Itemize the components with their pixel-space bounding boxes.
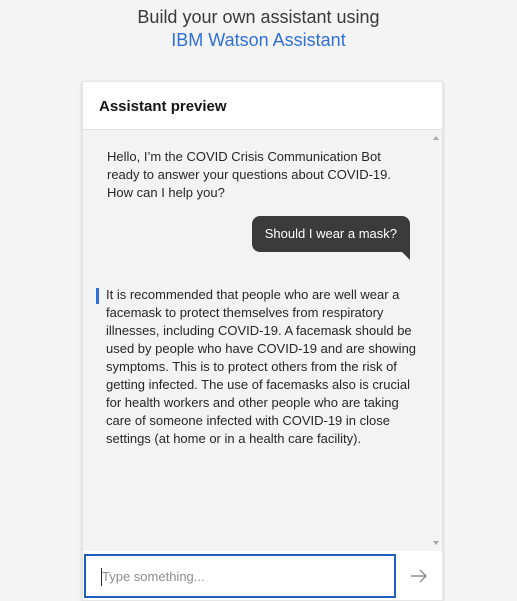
arrow-right-icon <box>411 569 427 583</box>
user-message-bubble: Should I wear a mask? <box>251 216 410 260</box>
assistant-preview-card: Assistant preview Hello, I’m the COVID C… <box>82 81 443 601</box>
bubble-tail <box>402 252 410 260</box>
chat-area[interactable]: Hello, I’m the COVID Crisis Communicatio… <box>83 130 442 551</box>
send-button[interactable] <box>397 555 441 597</box>
preview-title: Assistant preview <box>83 82 442 130</box>
page-heading: Build your own assistant using IBM Watso… <box>0 6 517 52</box>
bot-greeting-message: Hello, I’m the COVID Crisis Communicatio… <box>107 149 391 200</box>
page: Build your own assistant using IBM Watso… <box>0 0 517 601</box>
user-message-text: Should I wear a mask? <box>264 226 397 241</box>
chat-scrollbar[interactable] <box>430 130 442 551</box>
scroll-down-arrow-icon[interactable] <box>433 541 439 545</box>
message-input-row <box>83 551 442 600</box>
watson-assistant-link[interactable]: IBM Watson Assistant <box>0 29 517 52</box>
message-input[interactable] <box>86 556 392 596</box>
text-caret <box>101 568 102 586</box>
bot-answer-text: It is recommended that people who are we… <box>106 287 417 446</box>
heading-text: Build your own assistant using <box>137 7 380 27</box>
bot-answer-message: It is recommended that people who are we… <box>96 286 424 448</box>
answer-indicator-bar <box>96 288 99 304</box>
message-input-container[interactable] <box>84 554 396 598</box>
scroll-up-arrow-icon[interactable] <box>433 136 439 140</box>
